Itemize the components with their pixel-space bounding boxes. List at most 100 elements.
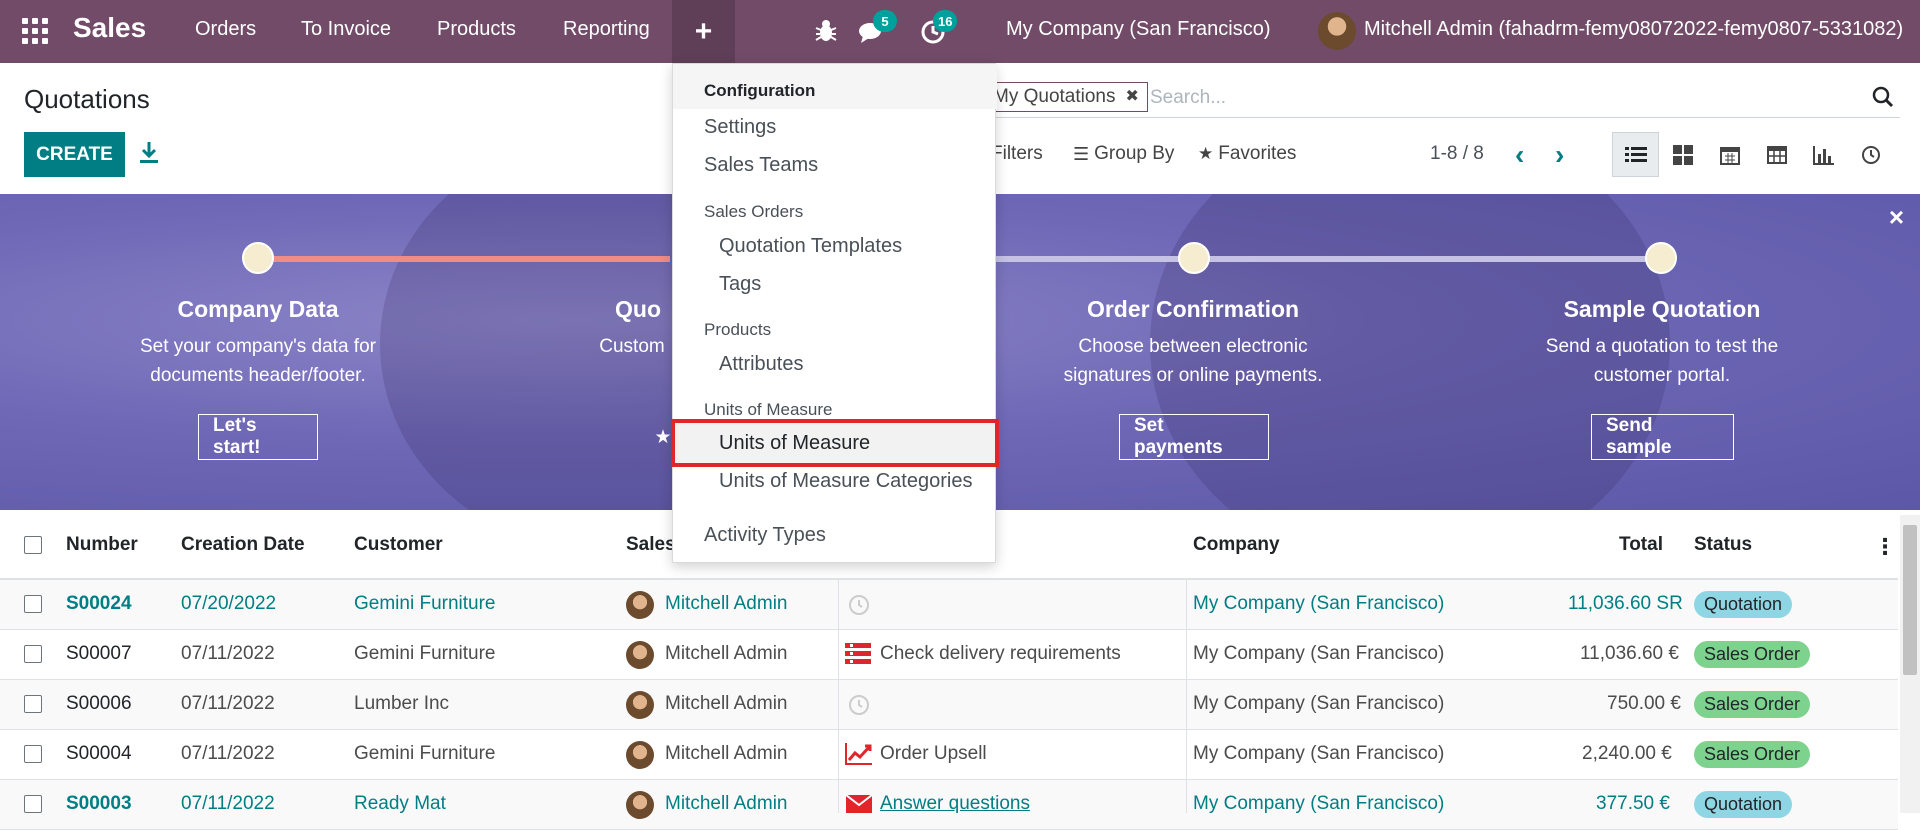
calendar-icon — [1719, 146, 1740, 165]
configuration-menu-button[interactable]: + — [672, 0, 735, 63]
row-checkbox[interactable] — [24, 745, 42, 763]
list-view-button[interactable] — [1612, 132, 1659, 177]
column-total[interactable]: Total — [1619, 534, 1663, 556]
company: My Company (San Francisco) — [1193, 743, 1445, 764]
messages-icon[interactable]: 5 — [857, 10, 897, 46]
remove-facet-icon[interactable]: ✖ — [1126, 83, 1139, 111]
optional-columns-icon[interactable]: ⋮ — [1874, 534, 1896, 560]
column-salesperson[interactable]: Sales — [626, 534, 676, 556]
customer: Gemini Furniture — [354, 593, 496, 614]
customer: Gemini Furniture — [354, 643, 496, 664]
clock-icon[interactable] — [847, 693, 873, 719]
progress-line-todo — [996, 256, 1660, 262]
menu-item-units-of-measure[interactable]: Units of Measure — [719, 432, 870, 455]
graph-icon — [1812, 145, 1834, 165]
row-checkbox[interactable] — [24, 645, 42, 663]
salesperson-avatar — [626, 691, 654, 719]
menu-products[interactable]: Products — [437, 18, 516, 41]
activities-count-badge: 16 — [933, 10, 958, 32]
pivot-view-button[interactable] — [1753, 132, 1800, 177]
total: 2,240.00 € — [1582, 743, 1672, 764]
step-title-order: Order Confirmation — [1086, 296, 1300, 322]
menu-reporting[interactable]: Reporting — [563, 18, 650, 41]
menu-item-activity-types[interactable]: Activity Types — [704, 524, 826, 547]
column-creation-date[interactable]: Creation Date — [181, 534, 305, 556]
table-row[interactable]: S00003 07/11/2022 Ready Mat Mitchell Adm… — [0, 780, 1898, 830]
order-number: S00003 — [66, 793, 132, 814]
clock-icon[interactable] — [847, 593, 873, 619]
menu-item-tags[interactable]: Tags — [719, 273, 761, 296]
status-badge: Quotation — [1694, 591, 1793, 618]
download-icon[interactable] — [138, 140, 160, 166]
activity-icon — [1861, 145, 1880, 164]
order-number: S00007 — [66, 643, 132, 664]
customer: Gemini Furniture — [354, 743, 496, 764]
pager-previous-icon[interactable]: ‹ — [1515, 139, 1524, 171]
apps-menu-icon[interactable] — [22, 18, 48, 44]
row-checkbox[interactable] — [24, 795, 42, 813]
pivot-icon — [1766, 145, 1787, 164]
status-badge: Sales Order — [1694, 691, 1811, 718]
pager-value[interactable]: 1-8 / 8 — [1430, 143, 1484, 165]
column-customer[interactable]: Customer — [354, 534, 443, 556]
favorites-button[interactable]: ★ Favorites — [1198, 143, 1296, 165]
app-name[interactable]: Sales — [73, 12, 146, 44]
menu-item-uom-categories[interactable]: Units of Measure Categories — [719, 470, 972, 493]
column-status[interactable]: Status — [1694, 534, 1752, 556]
salesperson-avatar — [626, 641, 654, 669]
creation-date: 07/20/2022 — [181, 593, 277, 614]
search-input[interactable] — [1150, 84, 1850, 112]
column-company[interactable]: Company — [1193, 534, 1280, 556]
task-list-icon[interactable] — [845, 642, 871, 668]
activity-view-button[interactable] — [1847, 132, 1894, 177]
table-row[interactable]: S00024 07/20/2022 Gemini Furniture Mitch… — [0, 580, 1898, 630]
order-number: S00024 — [66, 593, 132, 614]
kanban-view-button[interactable] — [1659, 132, 1706, 177]
create-button[interactable]: CREATE — [24, 132, 125, 177]
column-number[interactable]: Number — [66, 534, 138, 556]
user-menu[interactable]: Mitchell Admin (fahadrm-femy08072022-fem… — [1364, 18, 1903, 41]
banner-close-icon[interactable]: × — [1889, 202, 1904, 233]
search-bar: My Quotations ✖ — [990, 78, 1900, 118]
company: My Company (San Francisco) — [1193, 793, 1445, 814]
progress-line-done — [258, 256, 670, 262]
search-icon[interactable] — [1872, 86, 1894, 108]
lets-start-button[interactable]: Let's start! — [198, 414, 318, 460]
activity-summary: Check delivery requirements — [880, 643, 1121, 664]
company-switcher[interactable]: My Company (San Francisco) — [1006, 18, 1271, 41]
menu-to-invoice[interactable]: To Invoice — [301, 18, 391, 41]
mail-icon[interactable] — [845, 793, 873, 819]
table-row[interactable]: S00006 07/11/2022 Lumber Inc Mitchell Ad… — [0, 680, 1898, 730]
menu-orders[interactable]: Orders — [195, 18, 256, 41]
table-row[interactable]: S00004 07/11/2022 Gemini Furniture Mitch… — [0, 730, 1898, 780]
row-checkbox[interactable] — [24, 695, 42, 713]
calendar-view-button[interactable] — [1706, 132, 1753, 177]
configuration-dropdown: Configuration Settings Sales Teams Sales… — [671, 63, 999, 563]
menu-item-quotation-templates[interactable]: Quotation Templates — [719, 235, 902, 258]
status-badge: Quotation — [1694, 791, 1793, 818]
step-dot-sample — [1645, 242, 1677, 274]
filters-button[interactable]: Filters — [991, 143, 1043, 165]
activities-clock-icon[interactable]: 16 — [919, 10, 958, 46]
salesperson: Mitchell Admin — [665, 793, 788, 814]
pager-next-icon[interactable]: › — [1555, 139, 1564, 171]
customer: Ready Mat — [354, 793, 446, 814]
send-sample-button[interactable]: Send sample — [1591, 414, 1734, 460]
graph-view-button[interactable] — [1800, 132, 1847, 177]
menu-item-sales-teams[interactable]: Sales Teams — [704, 154, 818, 177]
user-avatar[interactable] — [1318, 12, 1356, 50]
upsell-chart-icon[interactable] — [845, 742, 872, 768]
group-by-button[interactable]: ☰ Group By — [1073, 143, 1174, 165]
list-scrollbar[interactable] — [1900, 515, 1920, 813]
column-divider — [1186, 580, 1187, 813]
page-title: Quotations — [24, 84, 150, 114]
select-all-checkbox[interactable] — [24, 536, 42, 554]
debug-bug-icon[interactable] — [811, 16, 841, 46]
menu-item-settings[interactable]: Settings — [704, 116, 776, 139]
row-checkbox[interactable] — [24, 595, 42, 613]
scrollbar-thumb[interactable] — [1903, 525, 1917, 675]
menu-item-attributes[interactable]: Attributes — [719, 353, 803, 376]
table-row[interactable]: S00007 07/11/2022 Gemini Furniture Mitch… — [0, 630, 1898, 680]
total: 11,036.60 € — [1580, 643, 1679, 664]
set-payments-button[interactable]: Set payments — [1119, 414, 1269, 460]
